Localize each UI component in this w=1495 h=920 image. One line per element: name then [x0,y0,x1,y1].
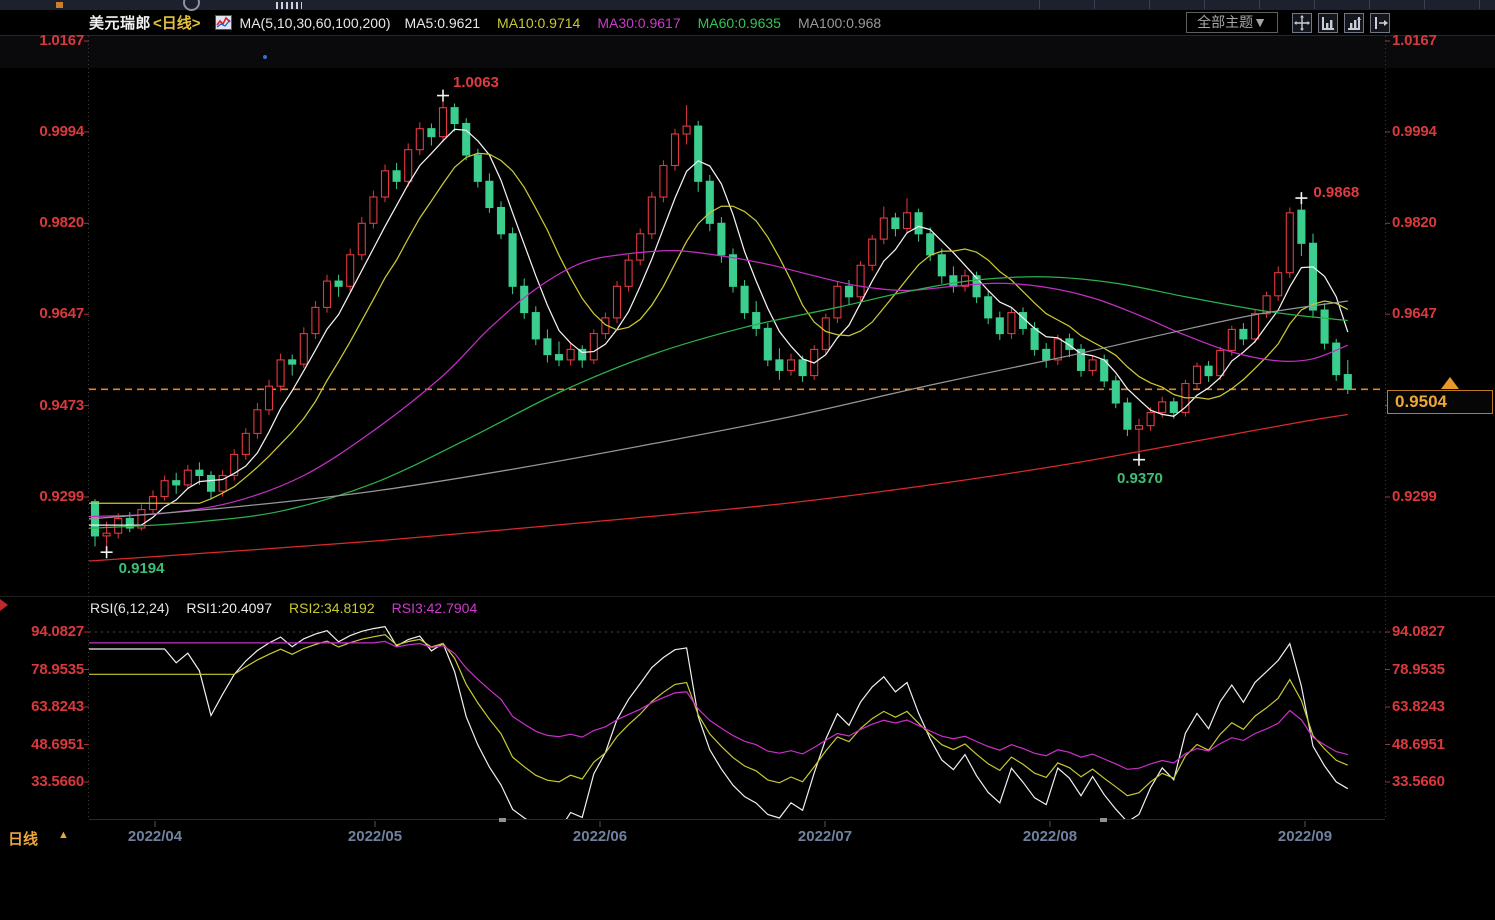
chart-app: 美元瑞郎 <日线> MA(5,10,30,60,100,200) MA5:0.9… [0,0,1495,920]
pane-resize-handle[interactable] [1100,818,1107,822]
pane-resize-handle[interactable] [499,818,506,822]
pane-marker-icon [0,599,8,611]
candlestick-chart-canvas[interactable] [0,0,1495,852]
blue-dot-marker [263,55,267,59]
